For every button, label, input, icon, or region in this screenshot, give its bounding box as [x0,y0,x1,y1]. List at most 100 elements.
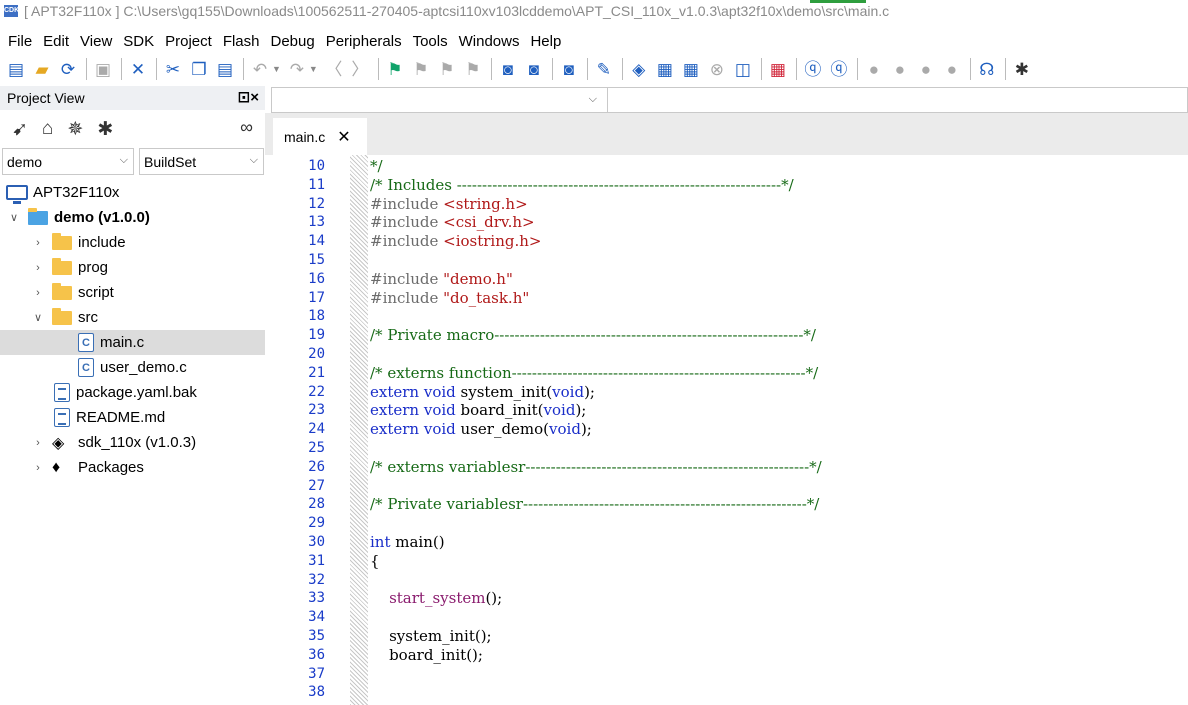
chevron-down-icon[interactable]: ∨ [32,311,44,324]
bug-icon[interactable]: ✱ [1010,57,1034,81]
code-line[interactable]: ​ [370,665,1188,684]
menu-sdk[interactable]: SDK [123,33,154,50]
tree-item-chip[interactable]: APT32F110x [0,180,265,205]
chevron-down-icon[interactable]: ▼ [309,64,318,74]
open-folder-icon[interactable]: ▰ [30,57,54,81]
code-line[interactable]: { [370,552,1188,571]
code-line[interactable]: extern void board_init(void); [370,401,1188,420]
forward-icon[interactable]: 〉 [348,57,372,81]
code-line[interactable]: ​ [370,251,1188,270]
code-line[interactable]: /* Includes ----------------------------… [370,176,1188,195]
tree-item-prog[interactable]: › prog [0,255,265,280]
chevron-right-icon[interactable]: › [32,287,44,299]
tree-item-user-demo-c[interactable]: C user_demo.c [0,355,265,380]
paste-icon[interactable]: ▤ [213,57,237,81]
close-x-icon[interactable]: ✕ [126,57,150,81]
tree-item-demo[interactable]: ∨ demo (v1.0.0) [0,205,265,230]
code-line[interactable]: */ [370,157,1188,176]
code-line[interactable]: ​ [370,514,1188,533]
panel-float-close-icon[interactable]: ⊡× [238,88,259,106]
code-line[interactable]: ​ [370,307,1188,326]
code-line[interactable]: ​ [370,608,1188,627]
tree-item-package-yaml-bak[interactable]: package.yaml.bak [0,380,265,405]
bug-filter-icon[interactable]: ✱ [97,118,113,141]
close-tab-icon[interactable]: ✕ [337,127,350,147]
code-line[interactable]: ​ [370,345,1188,364]
chevron-right-icon[interactable]: › [32,262,44,274]
tree-item-sdk[interactable]: › ◈ sdk_110x (v1.0.3) [0,430,265,455]
menu-flash[interactable]: Flash [223,33,260,50]
flag-icon[interactable]: ⚑ [383,57,407,81]
build-icon[interactable]: ▦ [653,57,677,81]
build-wand-icon[interactable]: ✎ [592,57,616,81]
link-icon[interactable]: ∞ [240,117,253,138]
chevron-right-icon[interactable]: › [32,437,44,449]
new-file-icon[interactable]: ▤ [4,57,28,81]
code-line[interactable]: /* Private variablesr-------------------… [370,495,1188,514]
menu-file[interactable]: File [8,33,32,50]
tab-main-c[interactable]: main.c ✕ [273,118,367,155]
sparkle-icon[interactable]: ✵ [67,118,83,141]
menu-debug[interactable]: Debug [271,33,315,50]
chevron-down-icon[interactable]: ∨ [8,211,20,224]
run-icon[interactable]: ● [862,57,886,81]
menu-edit[interactable]: Edit [43,33,69,50]
step-over-icon[interactable]: ● [888,57,912,81]
bookmark-next-icon[interactable]: ⚑ [435,57,459,81]
chevron-right-icon[interactable]: › [32,462,44,474]
tree-item-include[interactable]: › include [0,230,265,255]
code-line[interactable]: ​ [370,477,1188,496]
tree-item-script[interactable]: › script [0,280,265,305]
step-out-icon[interactable]: ● [940,57,964,81]
tree-item-packages[interactable]: › ♦ Packages [0,455,265,480]
fold-margin[interactable] [350,155,368,705]
code-line[interactable]: /* externs function---------------------… [370,364,1188,383]
code-line[interactable]: start_system(); [370,589,1188,608]
redo-icon[interactable]: ↷ [285,57,309,81]
menu-peripherals[interactable]: Peripherals [326,33,402,50]
bookmark-clear-icon[interactable]: ⚑ [461,57,485,81]
find-icon[interactable]: ◙ [496,57,520,81]
menu-windows[interactable]: Windows [459,33,520,50]
code-line[interactable]: #include <string.h> [370,195,1188,214]
code-line[interactable]: board_init(); [370,646,1188,665]
back-icon[interactable]: 〈 [322,57,346,81]
cut-icon[interactable]: ✂ [161,57,185,81]
flash-download-icon[interactable]: ▦ [766,57,790,81]
save-icon[interactable]: ▣ [91,57,115,81]
code-line[interactable]: extern void system_init(void); [370,383,1188,402]
locate-icon[interactable]: ➹ [12,118,28,141]
bookmark-prev-icon[interactable]: ⚑ [409,57,433,81]
debug-stop-icon[interactable]: ⓠ [827,57,851,81]
rebuild-icon[interactable]: ▦ [679,57,703,81]
code-line[interactable]: #include <csi_drv.h> [370,213,1188,232]
menu-help[interactable]: Help [530,33,561,50]
headset-icon[interactable]: ☊ [975,57,999,81]
tree-item-readme[interactable]: README.md [0,405,265,430]
find-in-files-icon[interactable]: ◙ [522,57,546,81]
home-icon[interactable]: ⌂ [42,118,53,140]
code-line[interactable]: extern void user_demo(void); [370,420,1188,439]
package-icon[interactable]: ◈ [627,57,651,81]
project-combo[interactable]: demo ⌵ [2,148,134,175]
step-into-icon[interactable]: ● [914,57,938,81]
function-list-combo[interactable] [608,87,1188,113]
stop-build-icon[interactable]: ⊗ [705,57,729,81]
tree-item-main-c[interactable]: C main.c [0,330,265,355]
function-scope-combo[interactable]: ⌵ [271,87,608,113]
code-line[interactable]: #include "demo.h" [370,270,1188,289]
chevron-down-icon[interactable]: ▼ [272,64,281,74]
tree-item-src[interactable]: ∨ src [0,305,265,330]
buildset-combo[interactable]: BuildSet ⌵ [139,148,264,175]
debug-icon[interactable]: ⓠ [801,57,825,81]
code-line[interactable]: #include "do_task.h" [370,289,1188,308]
chevron-right-icon[interactable]: › [32,237,44,249]
clean-icon[interactable]: ◫ [731,57,755,81]
code-text[interactable]: *//* Includes --------------------------… [370,157,1188,702]
undo-icon[interactable]: ↶ [248,57,272,81]
code-line[interactable]: system_init(); [370,627,1188,646]
code-line[interactable]: ​ [370,683,1188,702]
code-line[interactable]: ​ [370,439,1188,458]
code-line[interactable]: /* Private macro------------------------… [370,326,1188,345]
code-line[interactable]: /* externs variablesr-------------------… [370,458,1188,477]
